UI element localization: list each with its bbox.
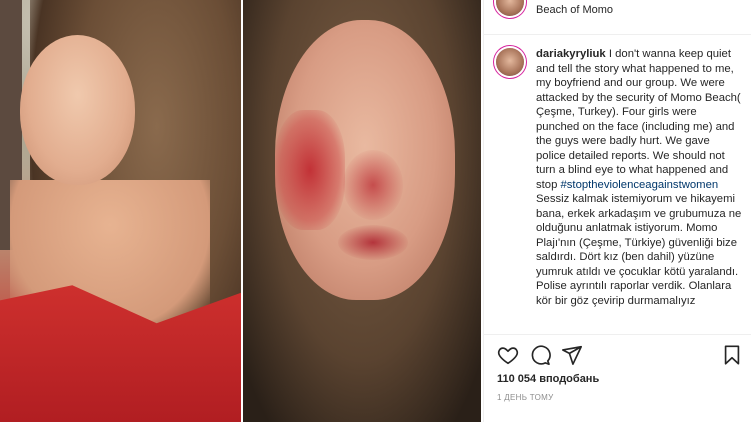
location-link[interactable]: Beach of Momo (536, 4, 613, 16)
hashtag-link[interactable]: #stoptheviolenceagainstwomen (561, 179, 719, 191)
comment-icon[interactable] (529, 344, 551, 366)
post-timestamp[interactable]: 1 день тому (497, 393, 553, 402)
action-bar (484, 334, 751, 375)
photo-injured-face (243, 0, 481, 422)
likes-count[interactable]: 110 054 вподобань (497, 373, 599, 385)
caption-text: dariakyryliuk I don't wanna keep quiet a… (536, 47, 742, 308)
caption-body-tr: Sessiz kalmak istemiyorum ve hikayemi ba… (536, 193, 742, 307)
share-icon[interactable] (561, 344, 583, 366)
username-link[interactable]: dariakyryliuk (536, 48, 606, 60)
post-header: Beach of Momo (484, 0, 751, 35)
post-side-panel: Beach of Momo dariakyryliuk I don't wann… (483, 0, 751, 422)
caption-body: I don't wanna keep quiet and tell the st… (536, 48, 741, 191)
caption-area: dariakyryliuk I don't wanna keep quiet a… (484, 34, 751, 334)
photo-couple (0, 0, 241, 422)
avatar[interactable] (496, 0, 524, 16)
face (20, 35, 135, 185)
injury (338, 225, 408, 260)
injury (275, 110, 345, 230)
bookmark-icon[interactable] (721, 344, 743, 366)
avatar[interactable] (496, 48, 524, 76)
injury (343, 150, 403, 220)
heart-icon[interactable] (497, 344, 519, 366)
